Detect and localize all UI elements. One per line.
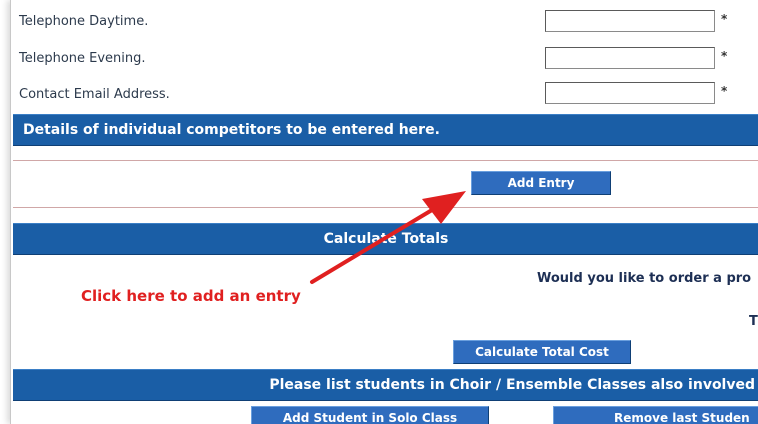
annotation-arrow-head	[422, 191, 466, 224]
annotation-arrow-shaft	[310, 208, 434, 284]
annotation-arrow-icon	[310, 191, 466, 284]
